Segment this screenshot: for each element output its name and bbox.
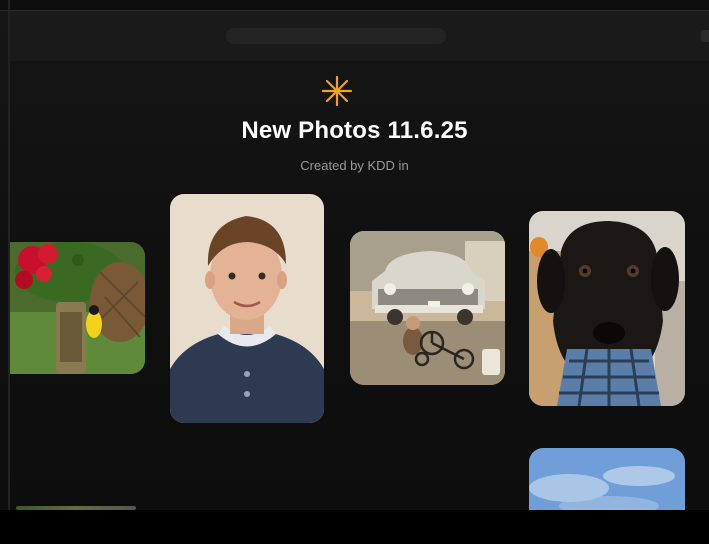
search-bar[interactable] <box>226 28 446 44</box>
photo-boy-portrait[interactable] <box>170 194 324 423</box>
photo-black-dog-bandana-image <box>529 211 685 406</box>
album-viewer: New Photos 11.6.25 Created by KDD in <box>0 0 709 510</box>
photo-flowers-bird-feeder[interactable] <box>10 242 145 374</box>
album-title: New Photos 11.6.25 <box>241 117 468 144</box>
sparkle-asterisk-icon <box>321 75 353 107</box>
photo-sky-clouds-image <box>529 448 685 510</box>
photo-black-dog-bandana[interactable] <box>529 211 685 406</box>
photo-boy-portrait-image <box>170 194 324 423</box>
album-subtitle: Created by KDD in <box>300 158 409 173</box>
photo-vintage-car-tricycle-image <box>350 231 505 385</box>
photo-sky-clouds[interactable] <box>529 448 685 510</box>
toolbar-edge-button[interactable] <box>701 30 709 42</box>
photo-vintage-car-tricycle[interactable] <box>350 231 505 385</box>
bottom-black-band <box>0 510 709 544</box>
photo-flowers-bird-feeder-image <box>10 242 145 374</box>
window-top-edge <box>0 0 709 11</box>
